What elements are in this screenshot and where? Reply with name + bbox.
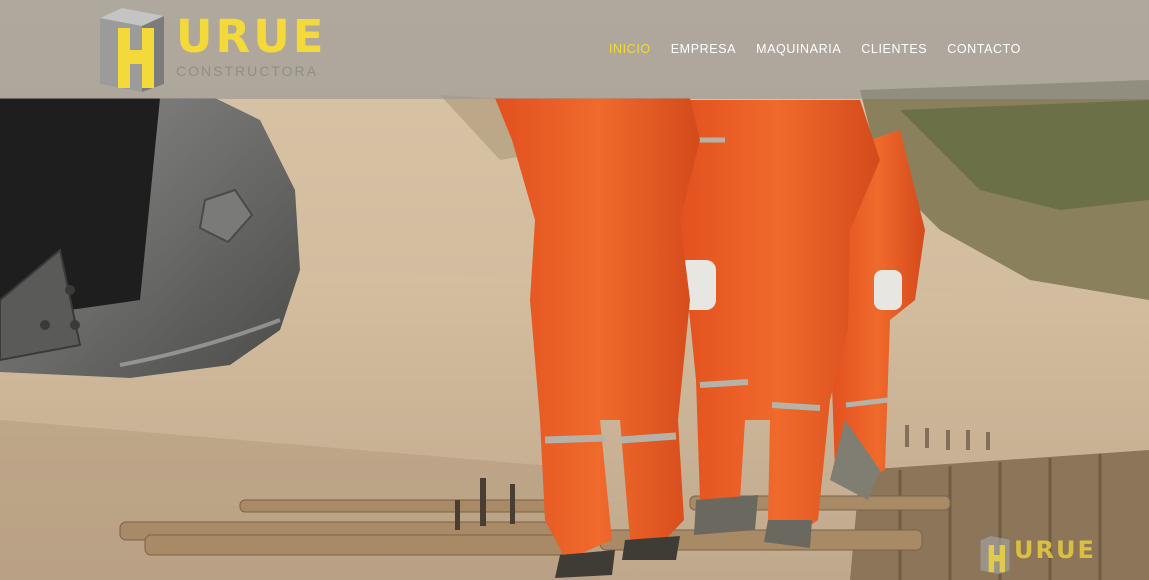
nav-item-clientes[interactable]: CLIENTES [851,40,937,58]
main-nav: INICIO EMPRESA MAQUINARIA CLIENTES CONTA… [599,40,1031,58]
nav-item-inicio[interactable]: INICIO [599,40,661,58]
logo-wordmark: URUE [176,10,327,63]
watermark-logo: URUE [980,532,1140,576]
nav-item-maquinaria[interactable]: MAQUINARIA [746,40,851,58]
watermark-wordmark: URUE [1014,536,1096,564]
nav-item-contacto[interactable]: CONTACTO [937,40,1031,58]
logo-cube-icon [100,8,164,92]
logo-tagline: CONSTRUCTORA [176,63,318,79]
watermark-cube-icon [980,536,1010,574]
site-header: URUE CONSTRUCTORA INICIO EMPRESA MAQUINA… [0,0,1149,99]
brand-logo[interactable]: URUE CONSTRUCTORA [98,6,328,92]
nav-item-empresa[interactable]: EMPRESA [661,40,746,58]
